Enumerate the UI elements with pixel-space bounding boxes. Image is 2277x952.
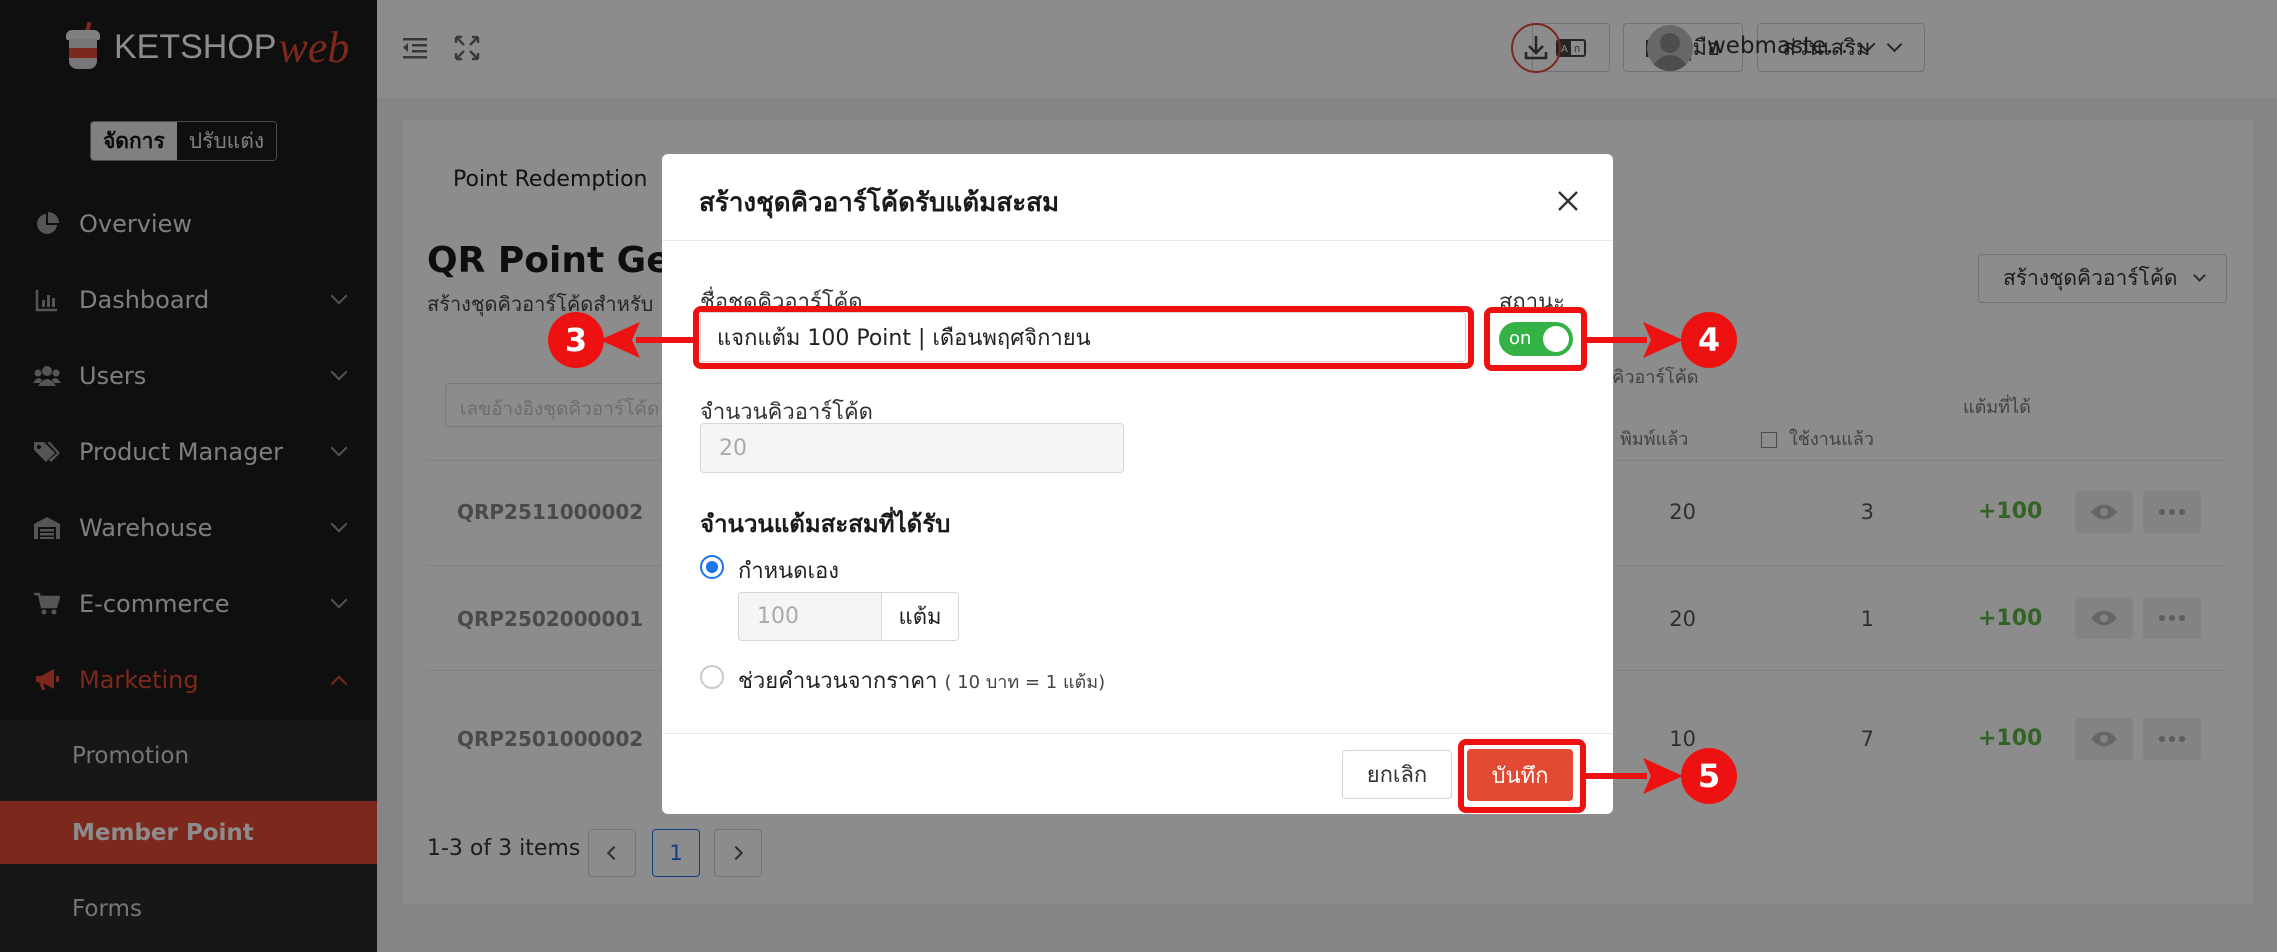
annotation-badge-4: 4: [1681, 312, 1737, 368]
points-unit-addon: แต้ม: [881, 592, 959, 641]
calc-option-hint: ( 10 บาท = 1 แต้ม): [944, 672, 1106, 693]
modal-footer-divider: [662, 733, 1613, 734]
annotation-arrow-4: [1587, 337, 1647, 343]
cancel-button[interactable]: ยกเลิก: [1342, 750, 1452, 799]
radio-custom-points[interactable]: [700, 555, 724, 579]
highlight-status-toggle: [1484, 307, 1587, 371]
qr-quantity-input[interactable]: 20: [700, 423, 1124, 473]
radio-calc-from-price-label[interactable]: ช่วยคำนวนจากราคา ( 10 บาท = 1 แต้ม): [738, 663, 1105, 698]
modal-header: สร้างชุดคิวอาร์โค้ดรับแต้มสะสม: [662, 154, 1613, 241]
arrow-right-icon: [1643, 322, 1683, 358]
calc-option-text: ช่วยคำนวนจากราคา: [738, 669, 938, 694]
annotation-badge-5: 5: [1681, 748, 1737, 804]
radio-calc-from-price[interactable]: [700, 665, 724, 689]
points-input[interactable]: 100: [738, 592, 882, 641]
arrow-right-icon: [1643, 758, 1683, 794]
highlight-name-input: [693, 306, 1474, 369]
annotation-badge-3: 3: [548, 312, 604, 368]
points-section-title: จำนวนแต้มสะสมที่ได้รับ: [700, 510, 951, 538]
annotation-arrow-3: [636, 337, 693, 343]
modal-title: สร้างชุดคิวอาร์โค้ดรับแต้มสะสม: [699, 188, 1060, 218]
create-qr-modal: สร้างชุดคิวอาร์โค้ดรับแต้มสะสม: [662, 154, 1613, 814]
annotation-arrow-5: [1586, 773, 1647, 779]
arrow-left-icon: [600, 322, 640, 358]
radio-custom-points-label[interactable]: กำหนดเอง: [738, 553, 839, 588]
highlight-save-button: [1458, 739, 1586, 813]
close-icon[interactable]: [1555, 188, 1581, 214]
